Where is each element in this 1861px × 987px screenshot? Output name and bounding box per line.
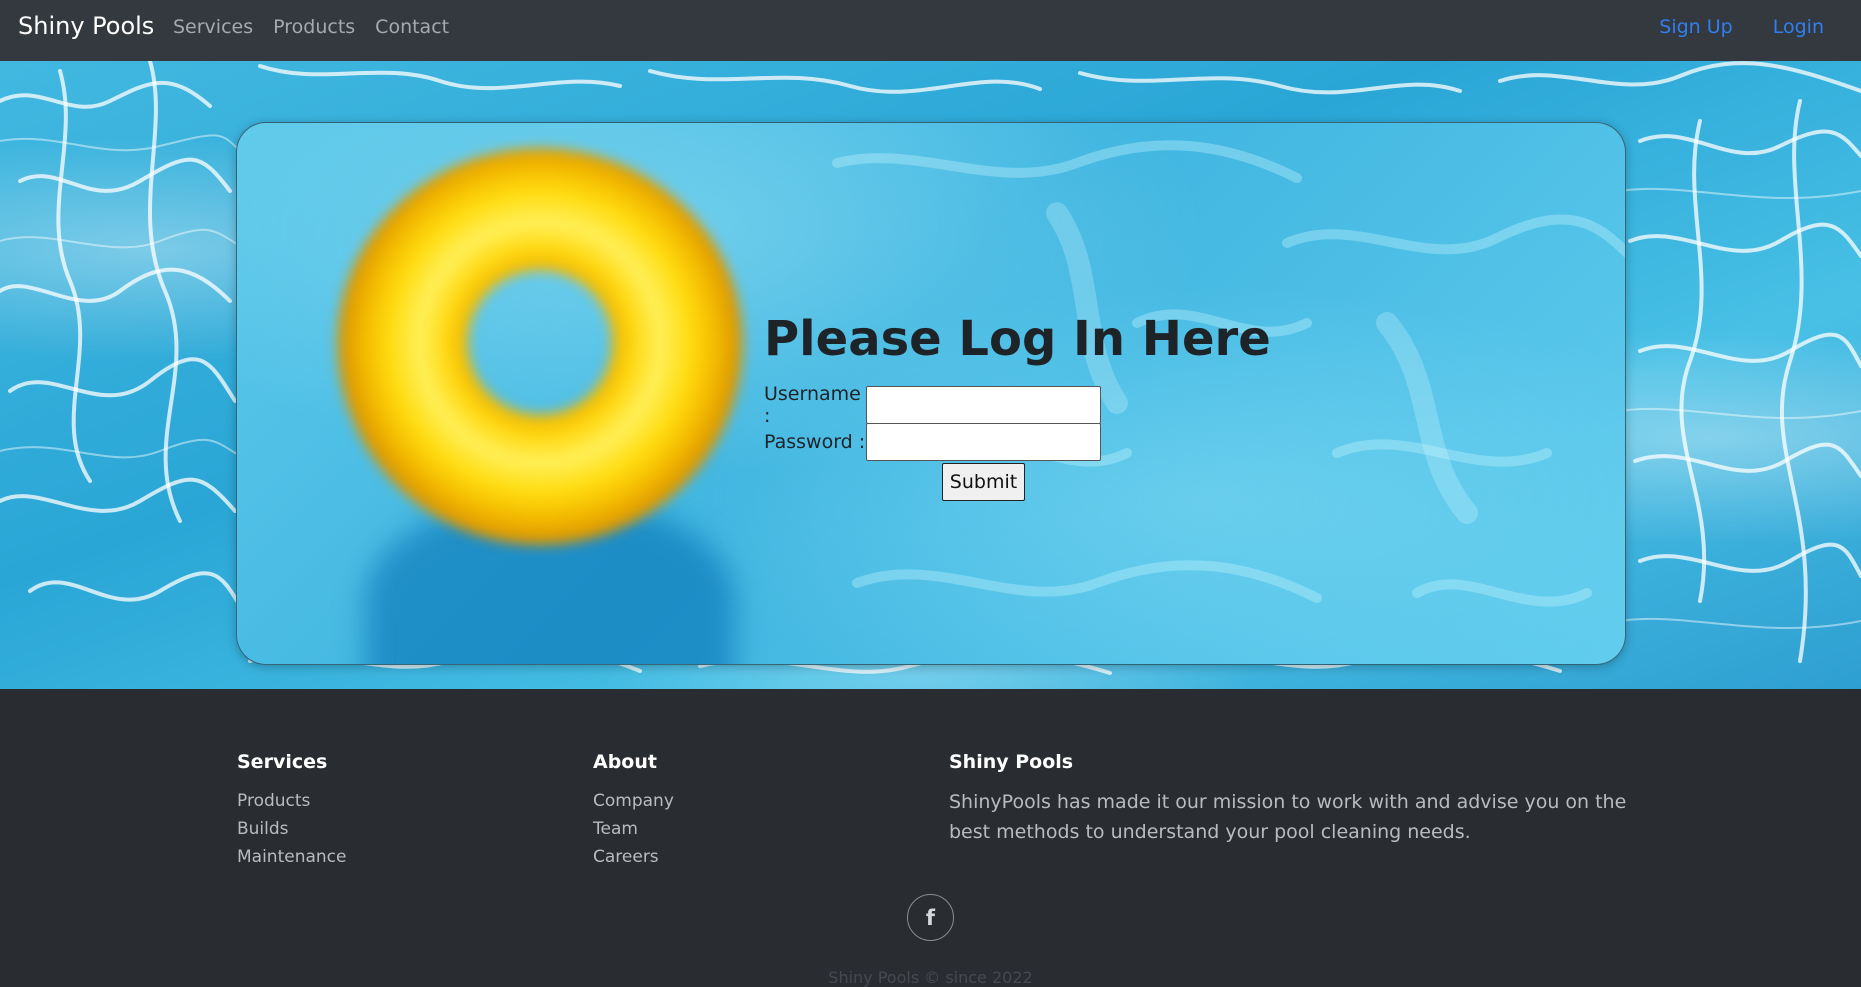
footer-services-column: Services Products Builds Maintenance: [237, 751, 346, 871]
footer-link-team[interactable]: Team: [593, 815, 674, 843]
footer-company-heading: Shiny Pools: [949, 751, 1074, 773]
footer-about-column: About Company Team Careers: [593, 751, 674, 871]
nav-link-contact[interactable]: Contact: [375, 16, 449, 38]
footer-link-company[interactable]: Company: [593, 787, 674, 815]
brand-logo-link[interactable]: Shiny Pools: [18, 12, 154, 40]
password-label: Password :: [764, 431, 866, 453]
login-card: Please Log In Here Username : Password :…: [236, 122, 1626, 665]
footer-link-builds[interactable]: Builds: [237, 815, 346, 843]
pool-hero-background: Please Log In Here Username : Password :…: [0, 61, 1861, 689]
username-row: Username :: [764, 383, 1101, 427]
footer-about-heading: About: [593, 751, 657, 773]
login-form: Please Log In Here Username : Password :…: [764, 311, 1271, 501]
footer-link-maintenance[interactable]: Maintenance: [237, 843, 346, 871]
footer-link-careers[interactable]: Careers: [593, 843, 674, 871]
sign-up-link[interactable]: Sign Up: [1659, 16, 1732, 38]
username-label: Username :: [764, 383, 861, 427]
facebook-icon[interactable]: f: [907, 894, 954, 941]
top-navbar: Shiny Pools Services Products Contact Si…: [0, 0, 1861, 61]
nav-link-services[interactable]: Services: [173, 16, 253, 38]
footer-services-heading: Services: [237, 751, 328, 773]
password-row: Password :: [764, 423, 1101, 461]
footer-company-column: Shiny Pools ShinyPools has made it our m…: [949, 751, 1639, 847]
auth-nav: Sign Up Login: [1619, 16, 1824, 38]
password-input[interactable]: [866, 423, 1101, 461]
username-input[interactable]: [866, 386, 1101, 424]
footer-link-products[interactable]: Products: [237, 787, 346, 815]
main-nav: Services Products Contact: [173, 16, 469, 38]
site-footer: Services Products Builds Maintenance Abo…: [0, 689, 1861, 987]
footer-mission-text: ShinyPools has made it our mission to wo…: [949, 791, 1627, 843]
nav-link-products[interactable]: Products: [273, 16, 355, 38]
pool-float-ring-image: [335, 148, 745, 553]
submit-button[interactable]: Submit: [942, 463, 1025, 501]
login-title: Please Log In Here: [764, 311, 1271, 367]
login-link[interactable]: Login: [1773, 16, 1824, 38]
